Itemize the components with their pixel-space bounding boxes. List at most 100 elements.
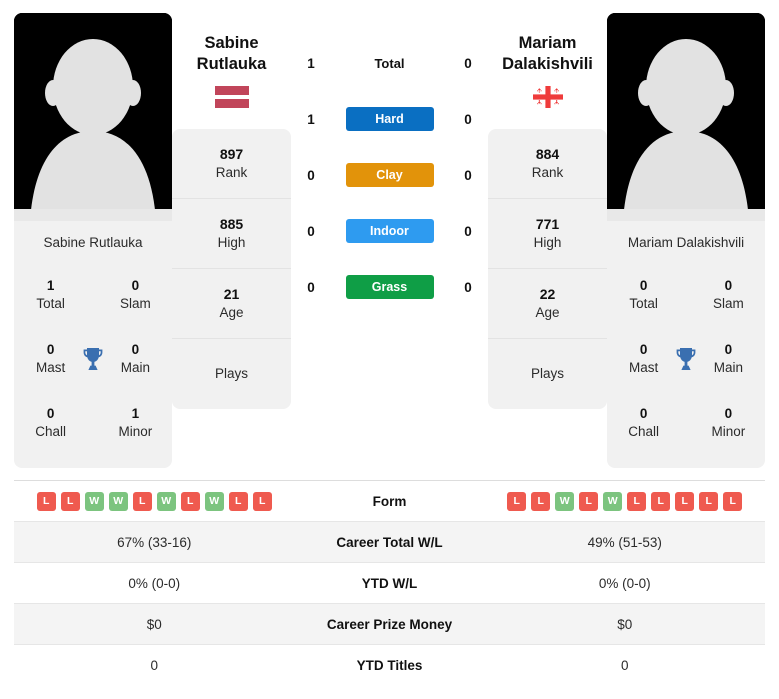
right-plays-label: Plays	[530, 366, 564, 382]
right-challenger-titles-value: 0	[639, 405, 648, 421]
left-titles-row-2: 0 Mast 0 Main	[22, 327, 164, 391]
surface-label-hard-wrap: Hard	[331, 107, 448, 131]
form-badge-l: L	[180, 491, 200, 511]
right-player-first-name: Mariam	[518, 34, 577, 52]
left-masters-titles-value: 0	[46, 341, 55, 357]
right-titles-row-2: 0 Mast 0 Main	[615, 327, 757, 391]
surface-row-clay: 0 Clay 0	[291, 147, 488, 203]
left-player-first-name: Sabine	[204, 34, 259, 52]
left-player-card[interactable]: Sabine Rutlauka 1 Total 0 Slam 0 Mast 0 …	[14, 13, 172, 468]
left-player-last-name: Rutlauka	[196, 55, 267, 74]
left-rank-value: 897	[219, 146, 244, 163]
surface-label-grass[interactable]: Grass	[345, 275, 434, 299]
right-high-cell: 771 High	[488, 199, 607, 270]
surface-row-total: 1 Total 0	[291, 35, 488, 91]
right-rank-label: Rank	[531, 165, 564, 181]
right-prize-money: $0	[617, 616, 633, 632]
surface-label-total-wrap: Total	[331, 51, 448, 75]
surface-label-indoor-wrap: Indoor	[331, 219, 448, 243]
left-masters-titles: 0 Mast	[22, 341, 79, 377]
right-rank-cell: 884 Rank	[488, 129, 607, 200]
left-slam-titles-value: 0	[131, 277, 140, 293]
georgia-flag-icon	[532, 86, 563, 109]
right-indoor-wins: 0	[464, 223, 472, 239]
left-main-titles: 0 Main	[107, 341, 164, 377]
right-rank-value: 884	[535, 146, 560, 163]
comparison-top-area: Sabine Rutlauka 1 Total 0 Slam 0 Mast 0 …	[0, 0, 779, 472]
form-badge-l: L	[507, 491, 527, 511]
left-masters-titles-label: Mast	[35, 360, 66, 375]
right-minor-titles: 0 Minor	[700, 405, 757, 441]
right-plays-cell: Plays	[488, 339, 607, 409]
form-badge-w: W	[84, 491, 104, 511]
table-row-ytd-wl: 0% (0-0) YTD W/L 0% (0-0)	[14, 562, 765, 604]
left-total-titles: 1 Total	[22, 277, 79, 313]
left-high-cell: 885 High	[172, 199, 291, 270]
right-high-value: 771	[535, 216, 560, 233]
right-form-cell: LLWLWLLLLL	[485, 481, 766, 522]
surface-label-indoor[interactable]: Indoor	[345, 219, 434, 243]
form-badge-l: L	[531, 491, 551, 511]
row-label-ytd-titles: YTD Titles	[356, 657, 423, 673]
right-challenger-titles-label: Chall	[628, 424, 659, 439]
left-player-titles-grid: 1 Total 0 Slam 0 Mast 0 Main 0 Chall 1 M…	[14, 263, 172, 468]
left-total-wins: 1	[307, 55, 315, 71]
surface-label-hard[interactable]: Hard	[345, 107, 434, 131]
left-age-value: 21	[223, 286, 240, 303]
left-ytd-titles: 0	[150, 657, 158, 673]
right-masters-titles-label: Mast	[628, 360, 659, 375]
right-high-label: High	[533, 235, 562, 251]
right-minor-titles-value: 0	[724, 405, 733, 421]
left-rank-label: Rank	[215, 165, 248, 181]
form-badge-w: W	[603, 491, 623, 511]
right-age-label: Age	[535, 305, 560, 321]
player-comparison-page: Sabine Rutlauka 1 Total 0 Slam 0 Mast 0 …	[0, 0, 779, 699]
right-form-strip: LLWLWLLLLL	[485, 491, 766, 511]
left-form-cell: LLWWLWLWLL	[14, 481, 295, 522]
left-player-name-column: Sabine Rutlauka 897 Rank 885 High 21 Age…	[172, 13, 291, 410]
right-player-last-name: Dalakishvili	[502, 55, 593, 74]
left-titles-row-3: 0 Chall 1 Minor	[22, 391, 164, 455]
left-grass-wins: 0	[307, 279, 315, 295]
table-row-career-wl: 67% (33-16) Career Total W/L 49% (51-53)	[14, 521, 765, 563]
table-row-prize-money: $0 Career Prize Money $0	[14, 603, 765, 645]
left-minor-titles: 1 Minor	[107, 405, 164, 441]
form-badge-l: L	[651, 491, 671, 511]
form-badge-l: L	[228, 491, 248, 511]
table-row-ytd-titles: 0 YTD Titles 0	[14, 644, 765, 686]
right-player-titles-grid: 0 Total 0 Slam 0 Mast 0 Main 0 Chall 0 M…	[607, 263, 765, 468]
right-total-titles: 0 Total	[615, 277, 672, 313]
right-challenger-titles: 0 Chall	[615, 405, 672, 441]
right-total-titles-label: Total	[629, 296, 658, 311]
right-total-wins: 0	[464, 55, 472, 71]
right-player-card[interactable]: Mariam Dalakishvili 0 Total 0 Slam 0 Mas…	[607, 13, 765, 468]
form-badge-l: L	[699, 491, 719, 511]
right-player-photo	[607, 13, 765, 221]
left-rank-cell: 897 Rank	[172, 129, 291, 200]
left-plays-label: Plays	[214, 366, 248, 382]
left-high-label: High	[217, 235, 246, 251]
left-clay-wins: 0	[307, 167, 315, 183]
left-minor-titles-value: 1	[131, 405, 140, 421]
row-label-form: Form	[372, 493, 407, 509]
right-hard-wins: 0	[464, 111, 472, 127]
left-player-stats-box: 897 Rank 885 High 21 Age Plays	[172, 129, 291, 410]
surface-label-clay-wrap: Clay	[331, 163, 448, 187]
left-total-titles-label: Total	[36, 296, 65, 311]
table-row-form: LLWWLWLWLL Form LLWLWLLLLL	[14, 480, 766, 522]
right-masters-titles-value: 0	[639, 341, 648, 357]
right-ytd-wl: 0% (0-0)	[598, 575, 651, 591]
left-total-titles-value: 1	[46, 277, 55, 293]
left-main-titles-value: 0	[131, 341, 140, 357]
right-career-wl: 49% (51-53)	[587, 534, 662, 550]
right-ytd-titles: 0	[620, 657, 629, 673]
left-hard-wins: 1	[307, 111, 315, 127]
right-titles-row-1: 0 Total 0 Slam	[615, 263, 757, 327]
surface-label-grass-wrap: Grass	[331, 275, 448, 299]
surface-label-clay[interactable]: Clay	[345, 163, 434, 187]
right-slam-titles: 0 Slam	[700, 277, 757, 313]
left-player-photo	[14, 13, 172, 221]
right-player-name[interactable]: Mariam Dalakishvili	[502, 33, 593, 75]
latvia-flag-icon	[214, 86, 249, 109]
left-player-name[interactable]: Sabine Rutlauka	[197, 33, 267, 75]
